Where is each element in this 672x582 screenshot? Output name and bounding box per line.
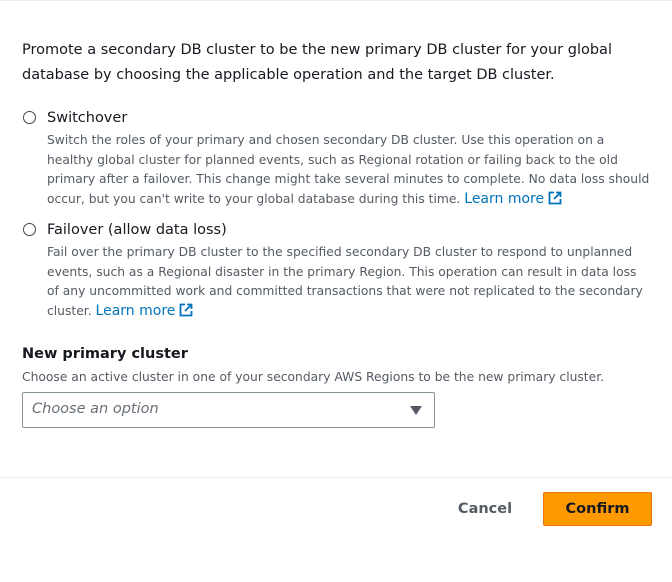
confirm-button[interactable]: Confirm (543, 492, 652, 526)
switchover-label[interactable]: Switchover (47, 108, 127, 128)
failover-description: Fail over the primary DB cluster to the … (47, 243, 652, 321)
caret-down-icon (410, 406, 422, 415)
external-link-icon (548, 191, 562, 204)
new-primary-cluster-label: New primary cluster (22, 346, 188, 362)
switchover-radio[interactable] (23, 111, 36, 124)
failover-learn-more-label: Learn more (95, 302, 176, 319)
failover-radio[interactable] (23, 223, 36, 236)
intro-text: Promote a secondary DB cluster to be the… (22, 42, 612, 83)
failover-label[interactable]: Failover (allow data loss) (47, 220, 227, 240)
switchover-learn-more-link[interactable]: Learn more (464, 191, 562, 207)
cancel-button[interactable]: Cancel (448, 492, 522, 526)
switchover-description: Switch the roles of your primary and cho… (47, 131, 652, 209)
failover-learn-more-link[interactable]: Learn more (96, 303, 194, 319)
footer-divider (0, 477, 672, 478)
new-primary-cluster-description: Choose an active cluster in one of your … (22, 370, 605, 384)
new-primary-cluster-select[interactable]: Choose an option (22, 392, 435, 428)
switchover-learn-more-label: Learn more (464, 190, 545, 207)
select-placeholder: Choose an option (32, 401, 159, 417)
top-divider (0, 0, 672, 1)
external-link-icon (179, 303, 193, 316)
